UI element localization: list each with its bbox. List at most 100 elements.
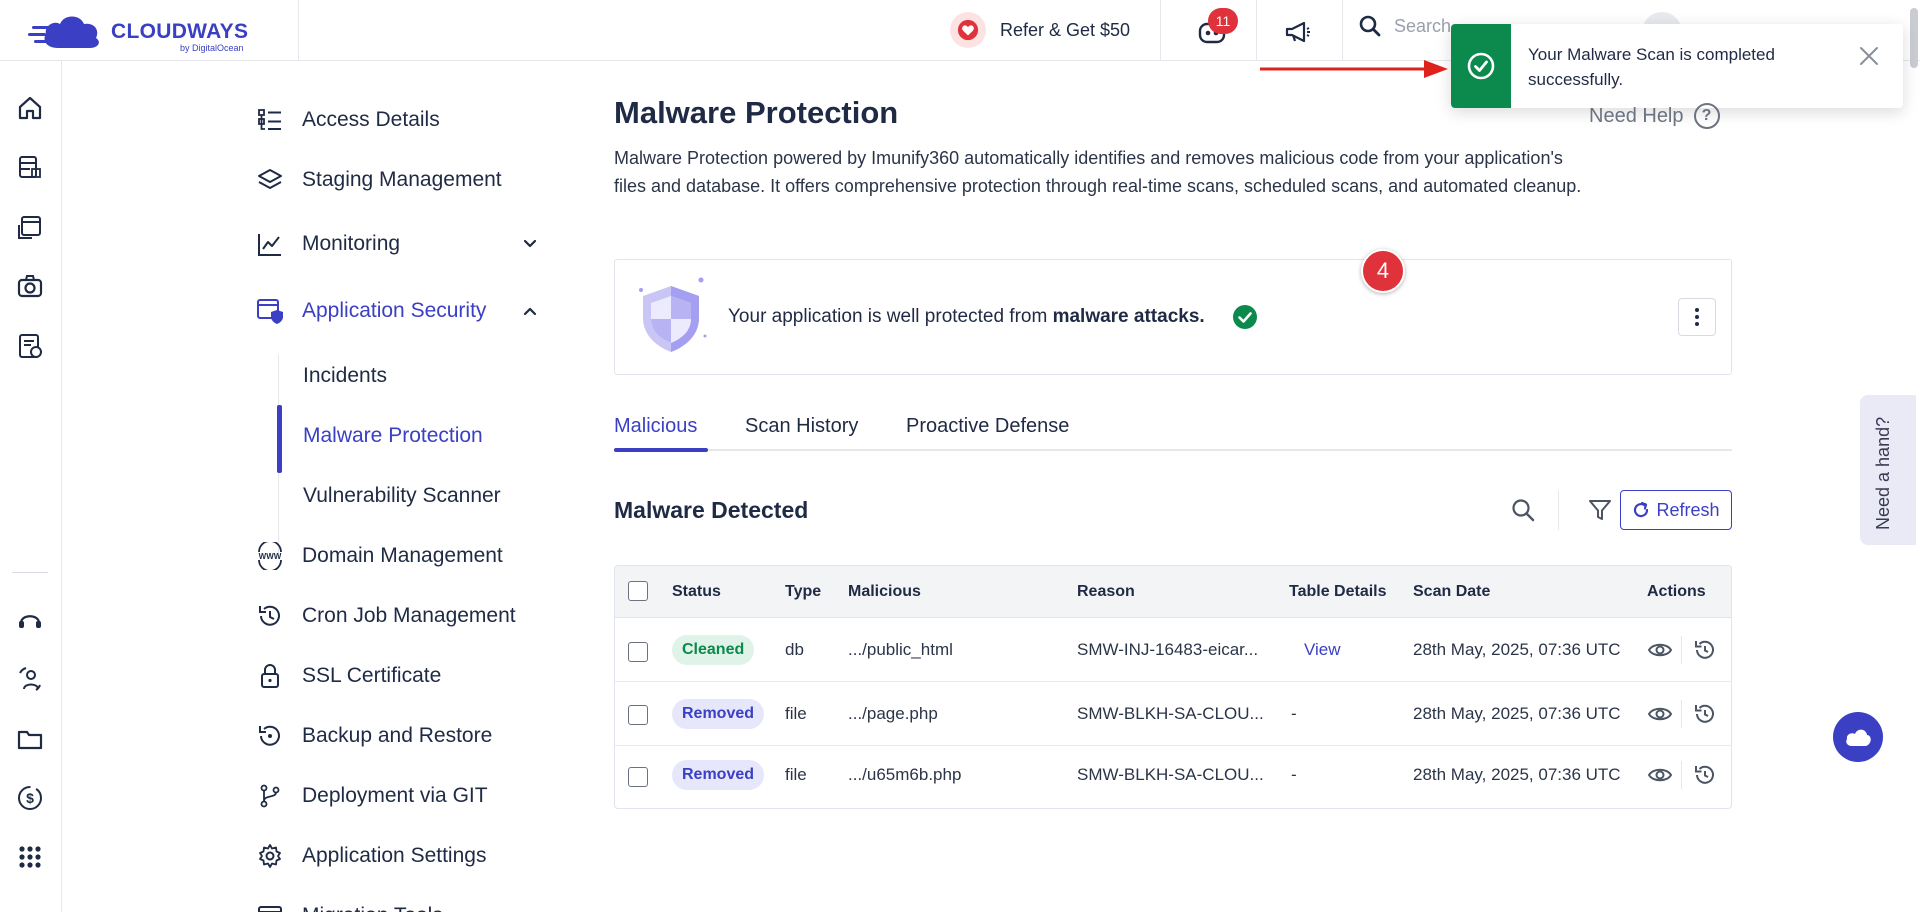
type-cell: db xyxy=(785,640,804,659)
select-all-checkbox[interactable] xyxy=(628,581,648,601)
tab-proactive-defense[interactable]: Proactive Defense xyxy=(906,415,1069,451)
chevron-up-icon[interactable] xyxy=(522,303,538,319)
type-cell: file xyxy=(785,704,807,723)
refer-button[interactable]: Refer & Get $50 xyxy=(950,12,1130,48)
servers-icon[interactable] xyxy=(15,152,45,182)
success-toast: Your Malware Scan is completed successfu… xyxy=(1451,24,1903,108)
nav-access-details[interactable]: Access Details xyxy=(256,100,546,140)
check-circle-icon xyxy=(1233,305,1257,329)
close-icon[interactable] xyxy=(1857,44,1881,68)
active-indicator xyxy=(277,405,282,473)
camera-icon[interactable] xyxy=(15,271,45,301)
malicious-cell: .../page.php xyxy=(848,704,938,723)
malicious-cell: .../public_html xyxy=(848,640,953,659)
tab-bar: Malicious Scan History Proactive Defense xyxy=(614,415,1732,452)
nav-deployment-via-git[interactable]: Deployment via GIT xyxy=(256,776,546,816)
search-input[interactable]: Search xyxy=(1358,14,1451,38)
reason-cell: SMW-BLKH-SA-CLOU... xyxy=(1077,765,1264,784)
nav-staging-management[interactable]: Staging Management xyxy=(256,160,546,200)
list-icon xyxy=(256,106,284,134)
divider xyxy=(1681,761,1682,789)
divider xyxy=(1558,490,1559,530)
eye-icon[interactable] xyxy=(1647,764,1673,786)
tab-malicious[interactable]: Malicious xyxy=(614,415,697,451)
reason-cell: SMW-INJ-16483-eicar... xyxy=(1077,640,1259,659)
filter-icon[interactable] xyxy=(1588,498,1612,522)
nav-migration-tools[interactable]: Migration Tools xyxy=(256,896,546,912)
history-icon[interactable] xyxy=(1693,763,1717,787)
applications-icon[interactable] xyxy=(15,212,45,242)
step-number-badge: 4 xyxy=(1361,249,1405,293)
nav-domain-management[interactable]: WWW Domain Management xyxy=(256,536,546,576)
nav-vulnerability-scanner[interactable]: Vulnerability Scanner xyxy=(303,481,501,511)
chat-launcher-button[interactable] xyxy=(1833,712,1883,762)
refresh-button[interactable]: Refresh xyxy=(1620,490,1732,530)
support-icon[interactable] xyxy=(15,605,45,635)
table-row: Cleaned db .../public_html SMW-INJ-16483… xyxy=(615,618,1731,682)
scrollbar[interactable] xyxy=(1910,8,1918,68)
protection-status-text: Your application is well protected from … xyxy=(728,306,1205,328)
nav-label: Application Security xyxy=(302,299,487,322)
row-checkbox[interactable] xyxy=(628,767,648,787)
history-icon[interactable] xyxy=(1693,702,1717,726)
nav-monitoring[interactable]: Monitoring xyxy=(256,224,546,264)
nav-malware-protection[interactable]: Malware Protection xyxy=(303,421,483,451)
section-title: Malware Detected xyxy=(614,497,809,523)
search-icon[interactable] xyxy=(1510,497,1536,523)
more-options-button[interactable] xyxy=(1678,298,1716,336)
nav-application-security[interactable]: Application Security xyxy=(256,291,546,331)
column-header: Status xyxy=(672,583,721,600)
nav-incidents[interactable]: Incidents xyxy=(303,361,387,391)
nav-cron-job-management[interactable]: Cron Job Management xyxy=(256,596,546,636)
apps-grid-icon[interactable] xyxy=(15,842,45,872)
nav-label: Domain Management xyxy=(302,544,503,567)
reason-cell: SMW-BLKH-SA-CLOU... xyxy=(1077,704,1264,723)
scan-date-cell: 28th May, 2025, 07:36 UTC xyxy=(1413,640,1621,659)
column-header: Table Details xyxy=(1289,583,1387,600)
divider xyxy=(12,572,48,573)
nav-application-settings[interactable]: Application Settings xyxy=(256,836,546,876)
view-details-link[interactable]: View xyxy=(1304,640,1341,660)
nav-label: Migration Tools xyxy=(302,904,443,912)
history-icon xyxy=(256,602,284,630)
divider xyxy=(1256,0,1257,61)
arrow-annotation xyxy=(1260,60,1448,78)
scan-date-cell: 28th May, 2025, 07:36 UTC xyxy=(1413,704,1621,723)
megaphone-icon[interactable] xyxy=(1284,20,1312,44)
chevron-down-icon[interactable] xyxy=(522,236,538,252)
row-checkbox[interactable] xyxy=(628,705,648,725)
column-header: Scan Date xyxy=(1413,583,1491,600)
security-window-icon xyxy=(256,297,284,325)
eye-icon[interactable] xyxy=(1647,703,1673,725)
notification-count-badge: 11 xyxy=(1208,8,1238,34)
nav-label: Deployment via GIT xyxy=(302,784,488,807)
svg-text:WWW: WWW xyxy=(259,552,282,561)
page-description: Malware Protection powered by Imunify360… xyxy=(614,148,1582,196)
tab-scan-history[interactable]: Scan History xyxy=(745,415,858,451)
status-emphasis: malware attacks. xyxy=(1052,306,1205,327)
brand-sub: by DigitalOcean xyxy=(180,43,244,53)
shield-icon xyxy=(639,277,707,352)
nav-ssl-certificate[interactable]: SSL Certificate xyxy=(256,656,546,696)
malware-table: Status Type Malicious Reason Table Detai… xyxy=(614,565,1732,809)
need-a-hand-label: Need a hand? xyxy=(1873,416,1893,530)
nav-backup-and-restore[interactable]: Backup and Restore xyxy=(256,716,546,756)
nav-label: Backup and Restore xyxy=(302,724,493,747)
eye-icon[interactable] xyxy=(1647,639,1673,661)
team-icon[interactable] xyxy=(15,664,45,694)
billing-icon[interactable] xyxy=(15,331,45,361)
history-icon[interactable] xyxy=(1693,638,1717,662)
cloudways-logo[interactable]: CLOUDWAYS by DigitalOcean xyxy=(28,8,258,54)
table-header: Status Type Malicious Reason Table Detai… xyxy=(615,566,1731,618)
home-icon[interactable] xyxy=(15,93,45,123)
need-help-label: Need Help xyxy=(1589,104,1684,127)
status-badge: Removed xyxy=(672,699,765,729)
need-help-link[interactable]: Need Help ? xyxy=(1589,103,1720,129)
dollar-icon[interactable]: $ xyxy=(15,783,45,813)
cloud-icon xyxy=(1846,729,1871,746)
question-icon: ? xyxy=(1693,103,1720,129)
row-checkbox[interactable] xyxy=(628,642,648,662)
nav-label: Application Settings xyxy=(302,844,487,867)
folder-icon[interactable] xyxy=(15,724,45,754)
scan-date-cell: 28th May, 2025, 07:36 UTC xyxy=(1413,765,1621,784)
